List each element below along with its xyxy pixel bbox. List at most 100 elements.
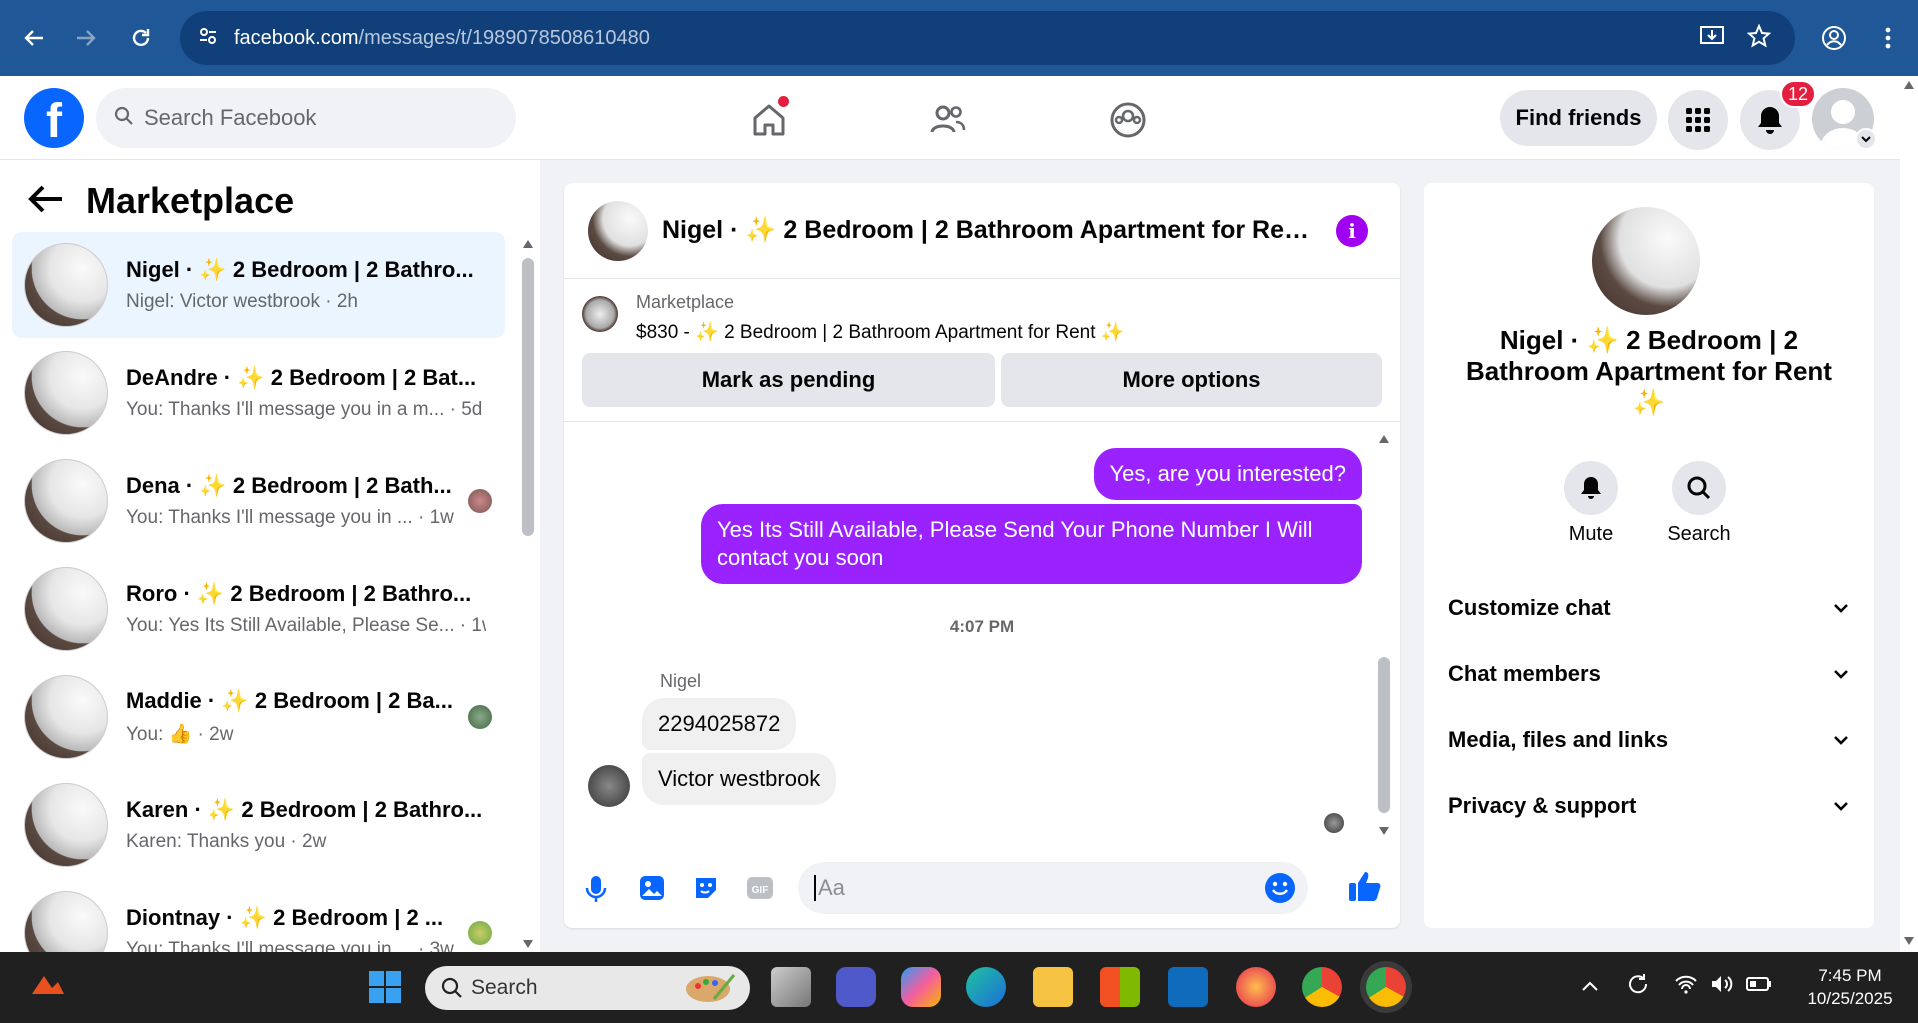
outgoing-message[interactable]: Yes Its Still Available, Please Send You… [701, 504, 1362, 584]
conversation-preview: You: 👍 · 2w [126, 724, 234, 745]
emoji-icon[interactable] [1264, 872, 1296, 909]
facebook-logo[interactable]: f [24, 88, 84, 148]
privacy-support-section[interactable]: Privacy & support [1448, 793, 1848, 819]
more-options-button[interactable]: More options [1001, 353, 1382, 407]
task-view-icon[interactable] [771, 967, 811, 1007]
outlook-icon[interactable] [1168, 967, 1208, 1007]
reload-icon[interactable] [123, 20, 159, 56]
listing-price[interactable]: $830 - ✨ 2 Bedroom | 2 Bathroom Apartmen… [636, 320, 1124, 344]
mark-as-pending-button[interactable]: Mark as pending [582, 353, 995, 407]
search-input[interactable]: Search Facebook [96, 88, 516, 148]
listing-thumbnail [24, 567, 108, 651]
friends-icon[interactable] [920, 92, 976, 148]
search-icon [441, 977, 462, 998]
listing-banner: Marketplace $830 - ✨ 2 Bedroom | 2 Bathr… [564, 280, 1400, 422]
customize-chat-section[interactable]: Customize chat [1448, 595, 1848, 621]
chevron-down-icon [1834, 603, 1848, 613]
sender-avatar[interactable] [588, 765, 630, 807]
sidebar-scrollbar[interactable] [522, 258, 534, 536]
chat-members-section[interactable]: Chat members [1448, 661, 1848, 687]
site-settings-icon[interactable] [198, 26, 218, 51]
groups-icon[interactable] [1100, 92, 1156, 148]
listing-label: Marketplace [636, 292, 735, 312]
seen-avatar [468, 921, 492, 945]
chevron-down-icon [1834, 735, 1848, 745]
account-chevron-icon[interactable] [1855, 128, 1877, 150]
section-label: Chat members [1448, 661, 1601, 686]
address-bar[interactable]: facebook.com/messages/t/1989078508610480 [180, 11, 1795, 65]
conversation-item[interactable]: Nigel · ✨ 2 Bedroom | 2 Bathro... Nigel: … [12, 232, 505, 338]
windows-start-icon[interactable] [368, 970, 402, 1009]
section-label: Privacy & support [1448, 793, 1637, 818]
microphone-icon[interactable] [584, 874, 608, 909]
file-explorer-icon[interactable] [1033, 967, 1073, 1007]
teams-icon[interactable] [836, 967, 876, 1007]
incoming-message[interactable]: 2294025872 [642, 698, 797, 750]
conversation-name: Karen · ✨ 2 Bedroom | 2 Bathro... [126, 797, 483, 822]
chat-panel: Nigel · ✨ 2 Bedroom | 2 Bathroom Apartme… [564, 183, 1400, 928]
chrome-profile-icon[interactable] [1366, 967, 1406, 1007]
menu-grid-icon[interactable] [1668, 90, 1728, 150]
bookmark-star-icon[interactable] [1746, 22, 1772, 53]
media-files-links-section[interactable]: Media, files and links [1448, 727, 1848, 753]
battery-icon[interactable] [1746, 976, 1772, 997]
menu-kebab-icon[interactable] [1870, 20, 1906, 56]
clock-time: 7:45 PM [1818, 966, 1882, 985]
taskbar-search[interactable]: Search [425, 966, 750, 1010]
conversation-item[interactable]: Maddie · ✨ 2 Bedroom | 2 Ba... You: 👍 · 2… [12, 664, 505, 770]
chrome-icon[interactable] [1302, 967, 1342, 1007]
forward-icon[interactable] [68, 20, 104, 56]
chat-scroll-up-icon[interactable] [1378, 431, 1390, 449]
edge-icon[interactable] [966, 967, 1006, 1007]
conversation-preview: You: Thanks I'll message you in ... · 1w [126, 507, 454, 528]
volume-icon[interactable] [1710, 974, 1734, 999]
scroll-up-icon[interactable] [522, 236, 534, 254]
sync-icon[interactable] [1626, 972, 1650, 1001]
conversation-name: Roro · ✨ 2 Bedroom | 2 Bathro... [126, 581, 472, 606]
conversation-item[interactable]: Roro · ✨ 2 Bedroom | 2 Bathro... You: Yes… [12, 556, 505, 662]
copilot-icon[interactable] [901, 967, 941, 1007]
back-arrow-icon[interactable] [28, 184, 64, 219]
photo-icon[interactable] [638, 874, 666, 907]
firefox-icon[interactable] [1236, 967, 1276, 1007]
outgoing-message[interactable]: Yes, are you interested? [1093, 448, 1362, 500]
wifi-icon[interactable] [1674, 974, 1698, 999]
conversation-item[interactable]: Dena · ✨ 2 Bedroom | 2 Bath... You: Thank… [12, 448, 505, 554]
chat-title[interactable]: Nigel · ✨ 2 Bedroom | 2 Bathroom Apartme… [662, 216, 1322, 245]
sticker-icon[interactable] [692, 874, 720, 907]
gif-icon[interactable]: GIF [746, 874, 774, 907]
chat-avatar[interactable] [588, 200, 648, 261]
chat-scrollbar[interactable] [1378, 657, 1390, 813]
like-thumbs-up-icon[interactable] [1348, 870, 1382, 907]
listing-thumbnail [24, 891, 108, 952]
details-avatar[interactable] [1592, 207, 1700, 315]
facebook-header: f Search Facebook Find friends 12 [0, 76, 1900, 160]
chevron-down-icon [1834, 801, 1848, 811]
conversation-item[interactable]: Karen · ✨ 2 Bedroom | 2 Bathro... Karen: … [12, 772, 505, 878]
mute-button[interactable]: Mute [1546, 461, 1636, 546]
search-conversation-button[interactable]: Search [1654, 461, 1744, 546]
taskbar-clock[interactable]: 7:45 PM 10/25/2025 [1790, 964, 1910, 1010]
home-icon[interactable] [741, 92, 797, 148]
conversation-item[interactable]: Diontnay · ✨ 2 Bedroom | 2 ... You: Thank… [12, 880, 505, 952]
message-input[interactable]: Aa [798, 862, 1308, 914]
show-hidden-icons-icon[interactable] [1582, 978, 1598, 996]
microsoft-store-icon[interactable] [1100, 967, 1140, 1007]
profile-icon[interactable] [1816, 20, 1852, 56]
back-icon[interactable] [16, 20, 52, 56]
seen-avatar [468, 705, 492, 729]
section-label: Media, files and links [1448, 727, 1669, 752]
info-icon[interactable]: i [1336, 215, 1368, 247]
find-friends-button[interactable]: Find friends [1500, 90, 1657, 146]
conversation-sidebar: Marketplace Nigel · ✨ 2 Bedroom | 2 Bath… [0, 160, 540, 952]
install-app-icon[interactable] [1699, 24, 1725, 53]
app-logo-icon[interactable] [30, 972, 66, 1003]
conversation-preview: You: Yes Its Still Available, Please Se.… [126, 615, 486, 636]
home-notification-dot [778, 96, 789, 107]
url-text: facebook.com/messages/t/1989078508610480 [234, 26, 650, 49]
notification-count-badge: 12 [1780, 80, 1817, 108]
page-scrollbar[interactable] [1900, 76, 1918, 952]
conversation-item[interactable]: DeAndre · ✨ 2 Bedroom | 2 Bat... You: Tha… [12, 340, 505, 446]
incoming-message[interactable]: Victor westbrook [642, 753, 837, 805]
chat-scroll-down-icon[interactable] [1378, 823, 1390, 841]
